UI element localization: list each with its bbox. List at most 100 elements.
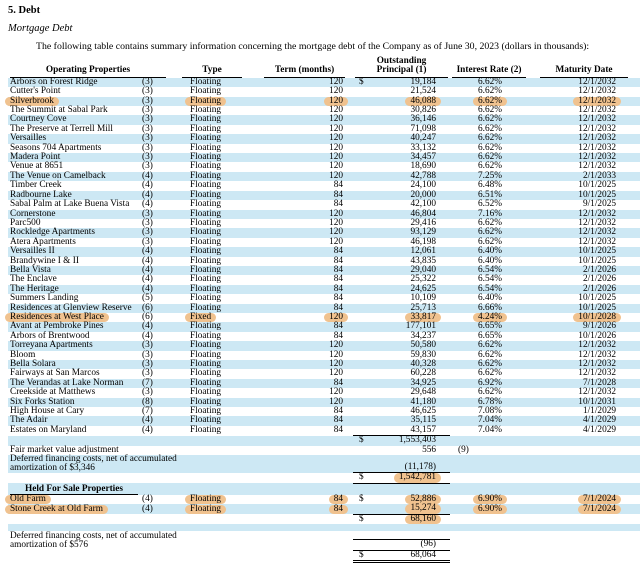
empty-cell xyxy=(450,540,640,550)
currency-symbol-cell xyxy=(353,153,377,162)
date-cell: 7/1/2024 xyxy=(528,495,640,504)
empty-cell xyxy=(450,463,640,473)
footnote-ref: (4) xyxy=(142,494,153,504)
total-operating-row: $ 1,542,781 xyxy=(8,473,640,483)
type-value: Floating xyxy=(185,495,226,504)
currency-symbol-cell xyxy=(353,144,377,153)
currency-symbol-cell xyxy=(353,210,377,219)
currency-symbol-cell xyxy=(353,181,377,190)
held-for-sale-header-row: Held For Sale Properties xyxy=(8,483,640,495)
type-cell: Floating xyxy=(168,304,256,313)
currency-symbol-cell xyxy=(353,398,377,407)
principal-cell: 43,157 xyxy=(377,426,450,436)
table-row: Seasons 704 Apartments (3) Floating 120 … xyxy=(8,144,640,153)
column-header-type: Type xyxy=(168,57,256,78)
date-value: 7/1/2024 xyxy=(578,505,621,514)
table-row: The Summit at Sabal Park (3) Floating 12… xyxy=(8,106,640,115)
held-for-sale-rows: Old Farm (4) Floating 84 $ 52,886 6.90% … xyxy=(8,495,640,514)
hfs-deferred-amount: (96) xyxy=(377,540,450,550)
empty-cell xyxy=(353,446,377,455)
rate-cell: 6.90% xyxy=(450,495,528,504)
table-row: Rockledge Apartments (3) Floating 120 93… xyxy=(8,228,640,237)
currency-symbol-cell xyxy=(353,172,377,181)
operating-properties-rows: Arbors on Forest Ridge (3) Floating 120 … xyxy=(8,78,640,436)
term-value: 84 xyxy=(334,425,343,435)
empty-cell xyxy=(8,550,353,561)
currency-symbol-cell xyxy=(353,294,377,303)
type-value: Floating xyxy=(185,505,226,514)
hfs-deferred-label-line1: Deferred financing costs, net of accumul… xyxy=(8,531,353,540)
currency-symbol-cell xyxy=(353,407,377,416)
currency-symbol-cell xyxy=(353,219,377,228)
date-value: 7/1/2024 xyxy=(578,495,621,504)
currency-symbol-cell xyxy=(353,106,377,115)
currency-symbol: $ xyxy=(359,494,364,504)
empty-cell xyxy=(8,514,353,524)
currency-symbol-cell: $ xyxy=(353,78,377,87)
type-cell: Floating xyxy=(168,495,256,504)
table-row: Estates on Maryland (4) Floating 84 43,1… xyxy=(8,426,640,436)
table-row: Old Farm (4) Floating 84 $ 52,886 6.90% … xyxy=(8,495,640,504)
column-header-operating-properties: Operating Properties xyxy=(8,57,168,78)
date-value: 4/1/2029 xyxy=(583,415,616,425)
table-row: Sabal Palm at Lake Buena Vista (4) Float… xyxy=(8,200,640,209)
table-row: Atera Apartments (3) Floating 120 46,198… xyxy=(8,238,640,247)
currency-symbol-cell xyxy=(353,379,377,388)
type-value: Floating xyxy=(190,425,221,435)
table-row: Brandywine I & II (4) Floating 84 43,835… xyxy=(8,257,640,266)
section-title: 5. Debt xyxy=(8,5,640,16)
principal-value: 15,274 xyxy=(405,504,441,513)
property-name: Cutter's Point xyxy=(10,86,61,96)
type-cell: Floating xyxy=(168,426,256,436)
currency-symbol-cell xyxy=(353,257,377,266)
column-header-term: Term (months) xyxy=(256,57,353,78)
currency-symbol-cell xyxy=(353,416,377,425)
empty-cell xyxy=(450,550,640,561)
term-value: 84 xyxy=(329,505,348,514)
rate-cell: 7.04% xyxy=(450,426,528,436)
rate-value: 6.62% xyxy=(478,86,502,96)
currency-symbol-cell xyxy=(353,313,377,322)
empty-cell xyxy=(168,483,640,495)
empty-cell xyxy=(353,540,377,550)
column-header-maturity-date: Maturity Date xyxy=(528,57,640,78)
rate-value: 6.90% xyxy=(473,495,507,504)
deferred-costs-label-line2: amortization of $3,346 xyxy=(8,463,353,473)
hfs-deferred-row-line1: Deferred financing costs, net of accumul… xyxy=(8,531,640,540)
hfs-total-value: 68,064 xyxy=(377,550,450,561)
principal-value: 21,524 xyxy=(410,86,436,96)
empty-cell xyxy=(450,514,640,524)
table-row: The Adair (4) Floating 84 35,115 7.04% 4… xyxy=(8,416,640,425)
currency-symbol-cell: $ xyxy=(353,436,377,446)
empty-cell xyxy=(353,463,377,473)
footnote-ref-cell: (4) xyxy=(138,426,168,436)
date-cell: 7/1/2024 xyxy=(528,504,640,514)
term-cell: 84 xyxy=(256,495,353,504)
term-value: 120 xyxy=(329,86,343,96)
currency-symbol-cell: $ xyxy=(353,495,377,504)
column-header-interest-rate: Interest Rate (2) xyxy=(450,57,528,78)
table-row: Parc500 (3) Floating 120 29,416 6.62% 12… xyxy=(8,219,640,228)
hfs-deferred-row-line2: amortization of $576 (96) xyxy=(8,540,640,550)
property-name-cell: Stone Creek at Old Farm xyxy=(8,504,138,514)
date-value: 12/1/2032 xyxy=(578,86,616,96)
table-row: The Preserve at Terrell Mill (3) Floatin… xyxy=(8,125,640,134)
table-row: Arbors on Forest Ridge (3) Floating 120 … xyxy=(8,78,640,87)
table-row: Cornerstone (3) Floating 120 46,804 7.16… xyxy=(8,210,640,219)
empty-cell xyxy=(353,531,640,540)
table-row: Creekside at Matthews (3) Floating 120 2… xyxy=(8,388,640,397)
currency-symbol-cell xyxy=(353,266,377,275)
currency-symbol-cell xyxy=(353,162,377,171)
operating-totals-section: $ 1,553,403 Fair market value adjustment… xyxy=(8,436,640,495)
property-name: Estates on Maryland xyxy=(10,425,86,435)
currency-symbol-cell xyxy=(353,351,377,360)
table-row: Timber Creek (4) Floating 84 24,100 6.48… xyxy=(8,181,640,190)
footnote-ref: (4) xyxy=(142,504,153,514)
table-row: Six Forks Station (8) Floating 120 41,18… xyxy=(8,398,640,407)
table-row: Bella Solara (3) Floating 120 40,328 6.6… xyxy=(8,360,640,369)
type-value: Floating xyxy=(190,415,221,425)
table-row: The Heritage (4) Floating 84 24,625 6.54… xyxy=(8,285,640,294)
property-name-cell: Estates on Maryland xyxy=(8,426,138,436)
type-cell: Floating xyxy=(168,504,256,514)
term-value: 84 xyxy=(329,495,348,504)
